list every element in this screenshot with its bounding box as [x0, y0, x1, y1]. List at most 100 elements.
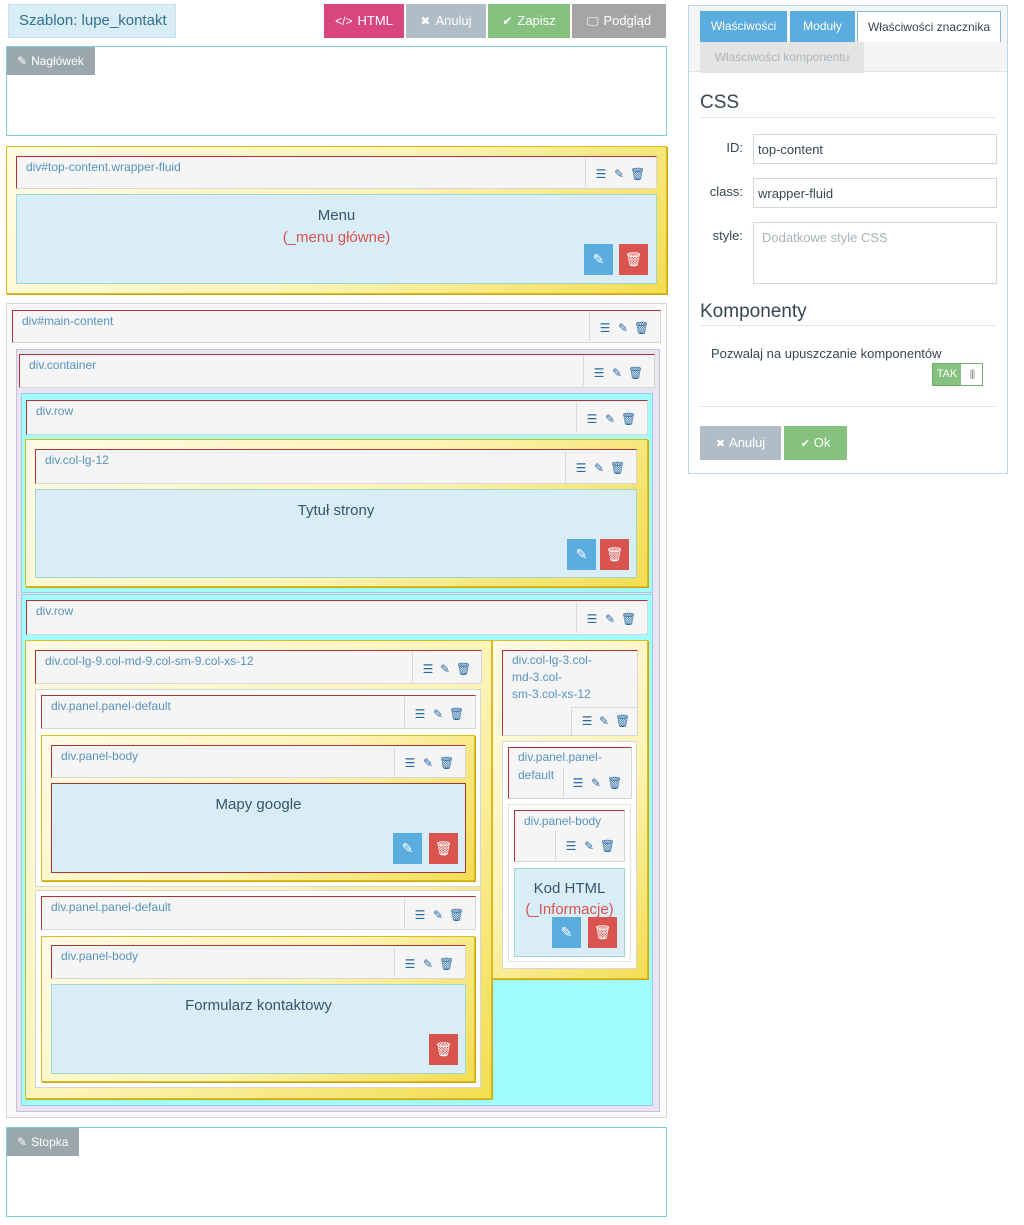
edit-icon[interactable]: ✎ — [603, 612, 617, 626]
footer-zone[interactable]: ✎ Stopka — [6, 1127, 667, 1217]
bars-icon[interactable]: ☰ — [403, 957, 417, 971]
delete-component-button[interactable]: 🗑 — [588, 917, 617, 948]
contact-form-component-title: Formularz kontaktowy — [185, 997, 332, 1014]
maps-component[interactable]: Mapy google ✎ 🗑 — [51, 783, 466, 873]
allow-drop-toggle[interactable]: TAK ||| — [932, 363, 983, 386]
trash-icon[interactable]: 🗑 — [621, 412, 636, 426]
html-code-component[interactable]: Kod HTML (_Informacje) ✎ 🗑 — [514, 868, 625, 957]
row2-header[interactable]: div.row ☰ ✎ 🗑 — [26, 600, 648, 635]
bars-icon[interactable]: ☰ — [585, 612, 599, 626]
trash-icon[interactable]: 🗑 — [634, 321, 649, 335]
panel-ok-button[interactable]: ✔ Ok — [784, 426, 847, 460]
header-zone-label: Nagłówek — [31, 54, 84, 68]
bars-icon[interactable]: ☰ — [580, 714, 594, 728]
check-icon: ✔ — [800, 438, 810, 450]
html-button[interactable]: </> HTML — [324, 4, 404, 38]
header-zone[interactable]: ✎ Nagłówek — [6, 46, 667, 136]
edit-icon[interactable]: ✎ — [582, 839, 596, 853]
col-lg-12-tag: div.col-lg-12 — [45, 453, 109, 467]
edit-component-button[interactable]: ✎ — [393, 833, 422, 864]
save-button[interactable]: ✔ Zapisz — [488, 4, 570, 38]
bars-icon[interactable]: ☰ — [421, 662, 435, 676]
bars-icon[interactable]: ☰ — [585, 412, 599, 426]
tab-properties[interactable]: Właściwości — [700, 11, 787, 42]
trash-icon[interactable]: 🗑 — [456, 662, 471, 676]
top-content-header[interactable]: div#top-content.wrapper-fluid ☰ ✎ 🗑 — [16, 156, 657, 189]
class-input[interactable] — [753, 178, 997, 208]
edit-component-button[interactable]: ✎ — [567, 539, 596, 570]
id-input[interactable] — [753, 134, 997, 164]
style-label: style: — [712, 228, 743, 243]
style-textarea[interactable]: Dodatkowe style CSS — [753, 222, 997, 284]
tab-modules[interactable]: Moduły — [790, 11, 855, 42]
trash-icon[interactable]: 🗑 — [607, 776, 622, 790]
edit-icon[interactable]: ✎ — [438, 662, 452, 676]
trash-icon[interactable]: 🗑 — [615, 714, 630, 728]
preview-button[interactable]: 🖵 Podgląd — [572, 4, 666, 38]
bars-icon[interactable]: ☰ — [571, 776, 585, 790]
trash-icon[interactable]: 🗑 — [449, 908, 464, 922]
pencil-icon: ✎ — [17, 1135, 28, 1149]
edit-component-button[interactable]: ✎ — [552, 917, 581, 948]
trash-icon[interactable]: 🗑 — [439, 957, 454, 971]
panel3-header[interactable]: div.panel.panel- default ☰ ✎ 🗑 — [508, 747, 632, 799]
preview-button-label: Podgląd — [603, 13, 652, 28]
panel1-header[interactable]: div.panel.panel-default ☰ ✎ 🗑 — [41, 695, 476, 729]
bars-icon[interactable]: ☰ — [564, 839, 578, 853]
panel-cancel-button[interactable]: ✖ Anuluj — [700, 426, 781, 460]
panel2-header[interactable]: div.panel.panel-default ☰ ✎ 🗑 — [41, 896, 476, 930]
edit-icon[interactable]: ✎ — [610, 366, 624, 380]
edit-icon[interactable]: ✎ — [431, 707, 445, 721]
page-title-component[interactable]: Tytuł strony ✎ 🗑 — [35, 489, 637, 578]
trash-icon[interactable]: 🗑 — [610, 461, 625, 475]
panel2-body-header[interactable]: div.panel-body ☰ ✎ 🗑 — [51, 945, 466, 979]
trash-icon[interactable]: 🗑 — [439, 756, 454, 770]
panel3-body-header[interactable]: div.panel-body ☰ ✎ 🗑 — [514, 810, 625, 862]
edit-icon[interactable]: ✎ — [421, 756, 435, 770]
header-zone-tag[interactable]: ✎ Nagłówek — [7, 47, 95, 75]
edit-icon[interactable]: ✎ — [597, 714, 611, 728]
col-3-header[interactable]: div.col-lg-3.col- md-3.col- sm-3.col-xs-… — [502, 650, 638, 736]
footer-zone-tag[interactable]: ✎ Stopka — [7, 1128, 80, 1156]
bars-icon[interactable]: ☰ — [403, 756, 417, 770]
cancel-button[interactable]: ✖ Anuluj — [406, 4, 486, 38]
contact-form-component[interactable]: Formularz kontaktowy 🗑 — [51, 984, 466, 1074]
trash-icon[interactable]: 🗑 — [628, 366, 643, 380]
delete-component-button[interactable]: 🗑 — [429, 833, 458, 864]
col-3-tag-line2: md-3.col- — [512, 670, 563, 684]
main-content-header[interactable]: div#main-content ☰ ✎ 🗑 — [12, 310, 661, 343]
edit-icon[interactable]: ✎ — [616, 321, 630, 335]
bars-icon[interactable]: ☰ — [594, 167, 608, 181]
delete-component-button[interactable]: 🗑 — [600, 539, 629, 570]
edit-icon[interactable]: ✎ — [603, 412, 617, 426]
trash-icon[interactable]: 🗑 — [630, 167, 645, 181]
col-lg-12-header[interactable]: div.col-lg-12 ☰ ✎ 🗑 — [35, 449, 637, 484]
trash-icon[interactable]: 🗑 — [600, 839, 615, 853]
delete-component-button[interactable]: 🗑 — [619, 244, 648, 275]
edit-icon[interactable]: ✎ — [592, 461, 606, 475]
trash-icon: 🗑 — [434, 840, 453, 856]
bars-icon[interactable]: ☰ — [598, 321, 612, 335]
bars-icon[interactable]: ☰ — [592, 366, 606, 380]
col-9-header[interactable]: div.col-lg-9.col-md-9.col-sm-9.col-xs-12… — [35, 650, 482, 684]
edit-icon[interactable]: ✎ — [612, 167, 626, 181]
tab-component-properties[interactable]: Właściwości komponentu — [700, 42, 864, 73]
bars-icon[interactable]: ☰ — [574, 461, 588, 475]
row1-header[interactable]: div.row ☰ ✎ 🗑 — [26, 400, 648, 435]
container-header[interactable]: div.container ☰ ✎ 🗑 — [19, 354, 655, 388]
edit-icon[interactable]: ✎ — [431, 908, 445, 922]
bars-icon[interactable]: ☰ — [413, 908, 427, 922]
panel1-body-header[interactable]: div.panel-body ☰ ✎ 🗑 — [51, 745, 466, 778]
delete-component-button[interactable]: 🗑 — [429, 1034, 458, 1065]
trash-icon[interactable]: 🗑 — [621, 612, 636, 626]
edit-component-button[interactable]: ✎ — [584, 244, 613, 275]
trash-icon[interactable]: 🗑 — [449, 707, 464, 721]
trash-icon: 🗑 — [593, 924, 612, 940]
edit-icon[interactable]: ✎ — [421, 957, 435, 971]
menu-component[interactable]: Menu (_menu główne) ✎ 🗑 — [16, 194, 657, 284]
col-3-tag-line3: sm-3.col-xs-12 — [512, 687, 591, 701]
bars-icon[interactable]: ☰ — [413, 707, 427, 721]
tab-tag-properties[interactable]: Właściwości znacznika — [857, 11, 1001, 42]
container-tag: div.container — [29, 358, 97, 372]
edit-icon[interactable]: ✎ — [589, 776, 603, 790]
